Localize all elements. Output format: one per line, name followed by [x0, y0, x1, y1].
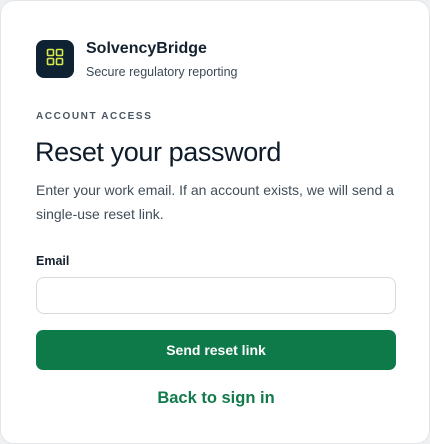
email-label: Email: [36, 254, 70, 268]
page-description: Enter your work email. If an account exi…: [36, 182, 394, 222]
back-to-sign-in-link[interactable]: Back to sign in: [1, 388, 430, 408]
page-title: Reset your password: [35, 137, 282, 167]
grid-icon: [46, 48, 64, 71]
brand-logo: [36, 40, 74, 78]
reset-password-card: SolvencyBridge Secure regulatory reporti…: [0, 0, 430, 444]
brand-name: SolvencyBridge: [86, 40, 207, 57]
brand-header: SolvencyBridge Secure regulatory reporti…: [36, 40, 237, 80]
brand-tagline: Secure regulatory reporting: [86, 65, 238, 79]
section-eyebrow: ACCOUNT ACCESS: [36, 111, 153, 122]
email-field[interactable]: [36, 277, 396, 314]
send-reset-link-button[interactable]: Send reset link: [36, 330, 396, 370]
